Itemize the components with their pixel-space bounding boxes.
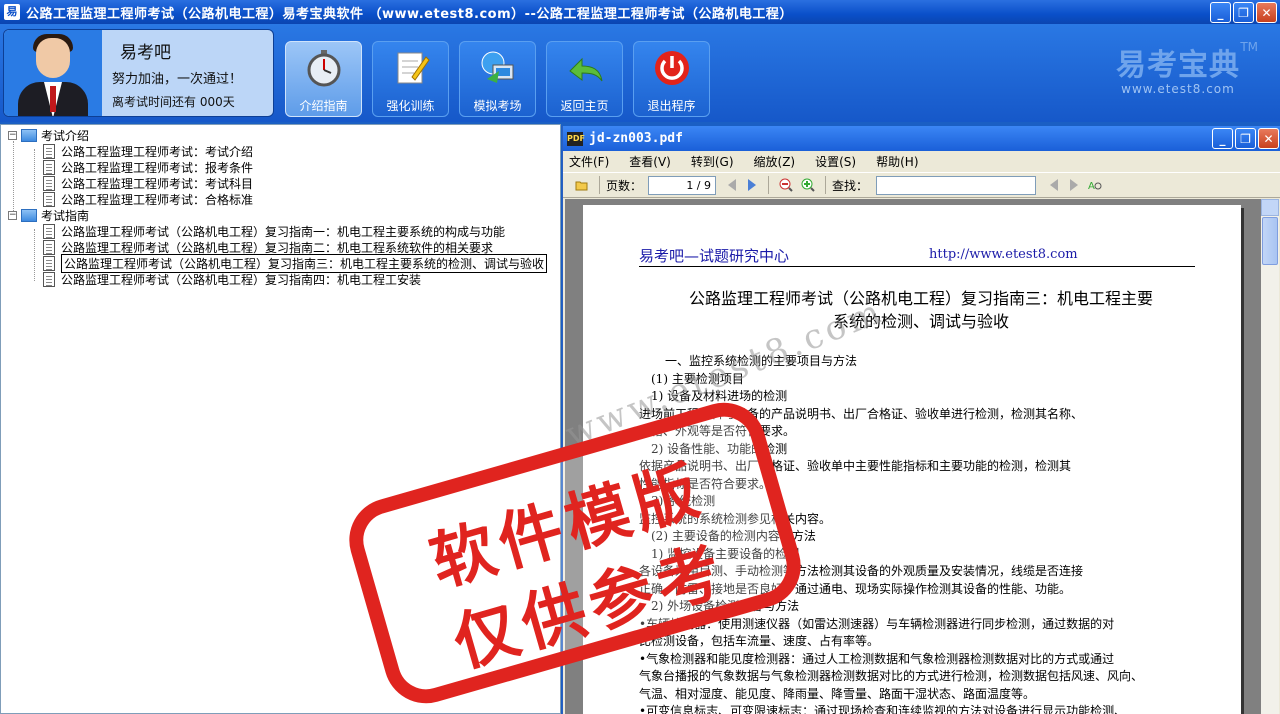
- pdf-toolbar: 页数： 1 / 9 查找： A: [563, 172, 1280, 198]
- nav-training-button[interactable]: 强化训练: [372, 41, 449, 117]
- stopwatch-icon: [307, 50, 341, 87]
- tree-item[interactable]: 公路工程监理工程师考试：报考条件: [43, 159, 253, 175]
- document-icon: [43, 191, 55, 207]
- document-icon: [43, 143, 55, 159]
- nav-exit-button[interactable]: 退出程序: [633, 41, 710, 117]
- maximize-button[interactable]: ❐: [1233, 2, 1254, 23]
- nav-mock-exam-button[interactable]: 模拟考场: [459, 41, 536, 117]
- avatar: [4, 30, 102, 116]
- brand-url: www.etest8.com: [1121, 82, 1235, 96]
- find-label: 查找：: [832, 178, 869, 193]
- page-number-input[interactable]: 1 / 9: [648, 175, 717, 195]
- power-icon: [655, 51, 689, 85]
- vertical-scrollbar[interactable]: [1261, 199, 1279, 714]
- tree-item[interactable]: 公路工程监理工程师考试：合格标准: [43, 191, 253, 207]
- header-bar: 易考吧 努力加油，一次通过！ 离考试时间还有 000天 介绍指南 强化训练 模拟…: [0, 24, 1280, 122]
- window-titlebar[interactable]: 易 公路工程监理工程师考试（公路机电工程）易考宝典软件 （www.etest8.…: [0, 0, 1280, 24]
- close-button[interactable]: ✕: [1256, 2, 1277, 23]
- find-text-icon[interactable]: A: [1088, 178, 1102, 192]
- menu-zoom[interactable]: 缩放(Z): [754, 153, 796, 170]
- nav-label: 退出程序: [647, 99, 696, 113]
- tree-item[interactable]: 公路工程监理工程师考试：考试科目: [43, 175, 253, 191]
- page-label: 页数：: [606, 178, 643, 193]
- find-next-icon[interactable]: [1070, 179, 1079, 191]
- body-line: •气象检测器和能见度检测器：通过人工检测数据和气象检测器检测数据对比的方式或通过: [639, 651, 1115, 666]
- tree-item[interactable]: 公路监理工程师考试（公路机电工程）复习指南四：机电工程工安装: [43, 271, 421, 287]
- menu-settings[interactable]: 设置(S): [815, 153, 856, 170]
- folder-icon: [21, 128, 37, 142]
- nav-label: 介绍指南: [299, 99, 348, 113]
- document-icon: [43, 271, 55, 287]
- next-page-icon[interactable]: [748, 179, 757, 191]
- document-edit-icon: [43, 255, 55, 271]
- pdf-titlebar[interactable]: PDF jd-zn003.pdf _ ❐ ✕: [563, 126, 1280, 151]
- nav-intro-guide-button[interactable]: 介绍指南: [285, 41, 362, 117]
- scroll-thumb[interactable]: [1262, 217, 1278, 265]
- find-prev-icon[interactable]: [1050, 179, 1059, 191]
- back-arrow-icon: [569, 57, 603, 82]
- pdf-close-button[interactable]: ✕: [1258, 128, 1279, 149]
- collapse-icon[interactable]: −: [8, 130, 17, 140]
- menu-help[interactable]: 帮助(H): [876, 153, 918, 170]
- brand-name: 易考宝典: [1116, 48, 1240, 83]
- body-line: •可变信息标志、可变限速标志：通过现场检查和连续监视的方法对设备进行显示功能检测…: [639, 704, 1127, 714]
- tree-group-exam-intro[interactable]: − 考试介绍: [8, 127, 89, 143]
- pdf-file-icon: PDF: [567, 131, 585, 146]
- minimize-button[interactable]: _: [1210, 2, 1231, 23]
- page-title: 公路监理工程师考试（公路机电工程）复习指南三：机电工程主要 系统的检测、调试与验…: [688, 289, 1153, 331]
- document-icon: [43, 239, 55, 255]
- document-icon: [43, 223, 55, 239]
- prev-page-icon[interactable]: [728, 179, 737, 191]
- document-icon: [43, 175, 55, 191]
- document-icon: [43, 159, 55, 175]
- zoom-in-icon[interactable]: [801, 178, 815, 192]
- menu-file[interactable]: 文件(F): [569, 153, 609, 170]
- page-header-url: http://www.etest8.com: [929, 247, 1078, 262]
- pdf-maximize-button[interactable]: ❐: [1235, 128, 1256, 149]
- nav-label: 强化训练: [386, 99, 435, 113]
- exam-countdown: 离考试时间还有 000天: [112, 95, 235, 109]
- pdf-menubar: 文件(F) 查看(V) 转到(G) 缩放(Z) 设置(S) 帮助(H): [563, 151, 1280, 171]
- body-line: 气温、相对湿度、能见度、降雨量、降雪量、路面干湿状态、路面温度等。: [639, 686, 1036, 701]
- page-header-left: 易考吧—试题研究中心: [639, 247, 790, 265]
- tree-group-exam-guide[interactable]: − 考试指南: [8, 207, 89, 223]
- brand-logo: 易考宝典 TM www.etest8.com: [1116, 40, 1258, 96]
- tree-item[interactable]: 公路工程监理工程师考试：考试介绍: [43, 143, 253, 159]
- computer-icon: [481, 51, 514, 83]
- brand-tm: TM: [1240, 40, 1258, 54]
- open-folder-icon[interactable]: [575, 178, 589, 192]
- header-rule: [639, 266, 1195, 267]
- body-line: 气象台播报的气象数据与气象检测器检测数据对比的方式进行检测，检测数据包括风速、风…: [639, 669, 1144, 683]
- window-title: 公路工程监理工程师考试（公路机电工程）易考宝典软件 （www.etest8.co…: [26, 6, 793, 22]
- pdf-minimize-button[interactable]: _: [1212, 128, 1233, 149]
- folder-icon: [21, 208, 37, 222]
- menu-goto[interactable]: 转到(G): [691, 153, 734, 170]
- profile-name: 易考吧: [120, 43, 171, 63]
- zoom-out-icon[interactable]: [779, 178, 793, 192]
- nav-label: 返回主页: [560, 99, 609, 113]
- scroll-up-icon[interactable]: [1261, 199, 1279, 216]
- menu-view[interactable]: 查看(V): [629, 153, 671, 170]
- tree-item-selected[interactable]: 公路监理工程师考试（公路机电工程）复习指南三：机电工程主要系统的检测、调试与验收: [43, 253, 548, 273]
- collapse-icon[interactable]: −: [8, 210, 17, 220]
- nav-home-button[interactable]: 返回主页: [546, 41, 623, 117]
- pdf-filename: jd-zn003.pdf: [589, 131, 683, 146]
- pencil-paper-icon: [397, 52, 430, 84]
- find-input[interactable]: [876, 175, 1037, 195]
- body-line: 比检测设备，包括车流量、速度、占有率等。: [639, 634, 880, 648]
- profile-card: 易考吧 努力加油，一次通过！ 离考试时间还有 000天: [3, 29, 274, 117]
- app-icon: 易: [4, 4, 20, 20]
- svg-text:A: A: [1088, 181, 1095, 192]
- profile-motto: 努力加油，一次通过！: [112, 72, 243, 87]
- nav-label: 模拟考场: [473, 99, 522, 113]
- tree-item[interactable]: 公路监理工程师考试（公路机电工程）复习指南一：机电工程主要系统的构成与功能: [43, 223, 505, 239]
